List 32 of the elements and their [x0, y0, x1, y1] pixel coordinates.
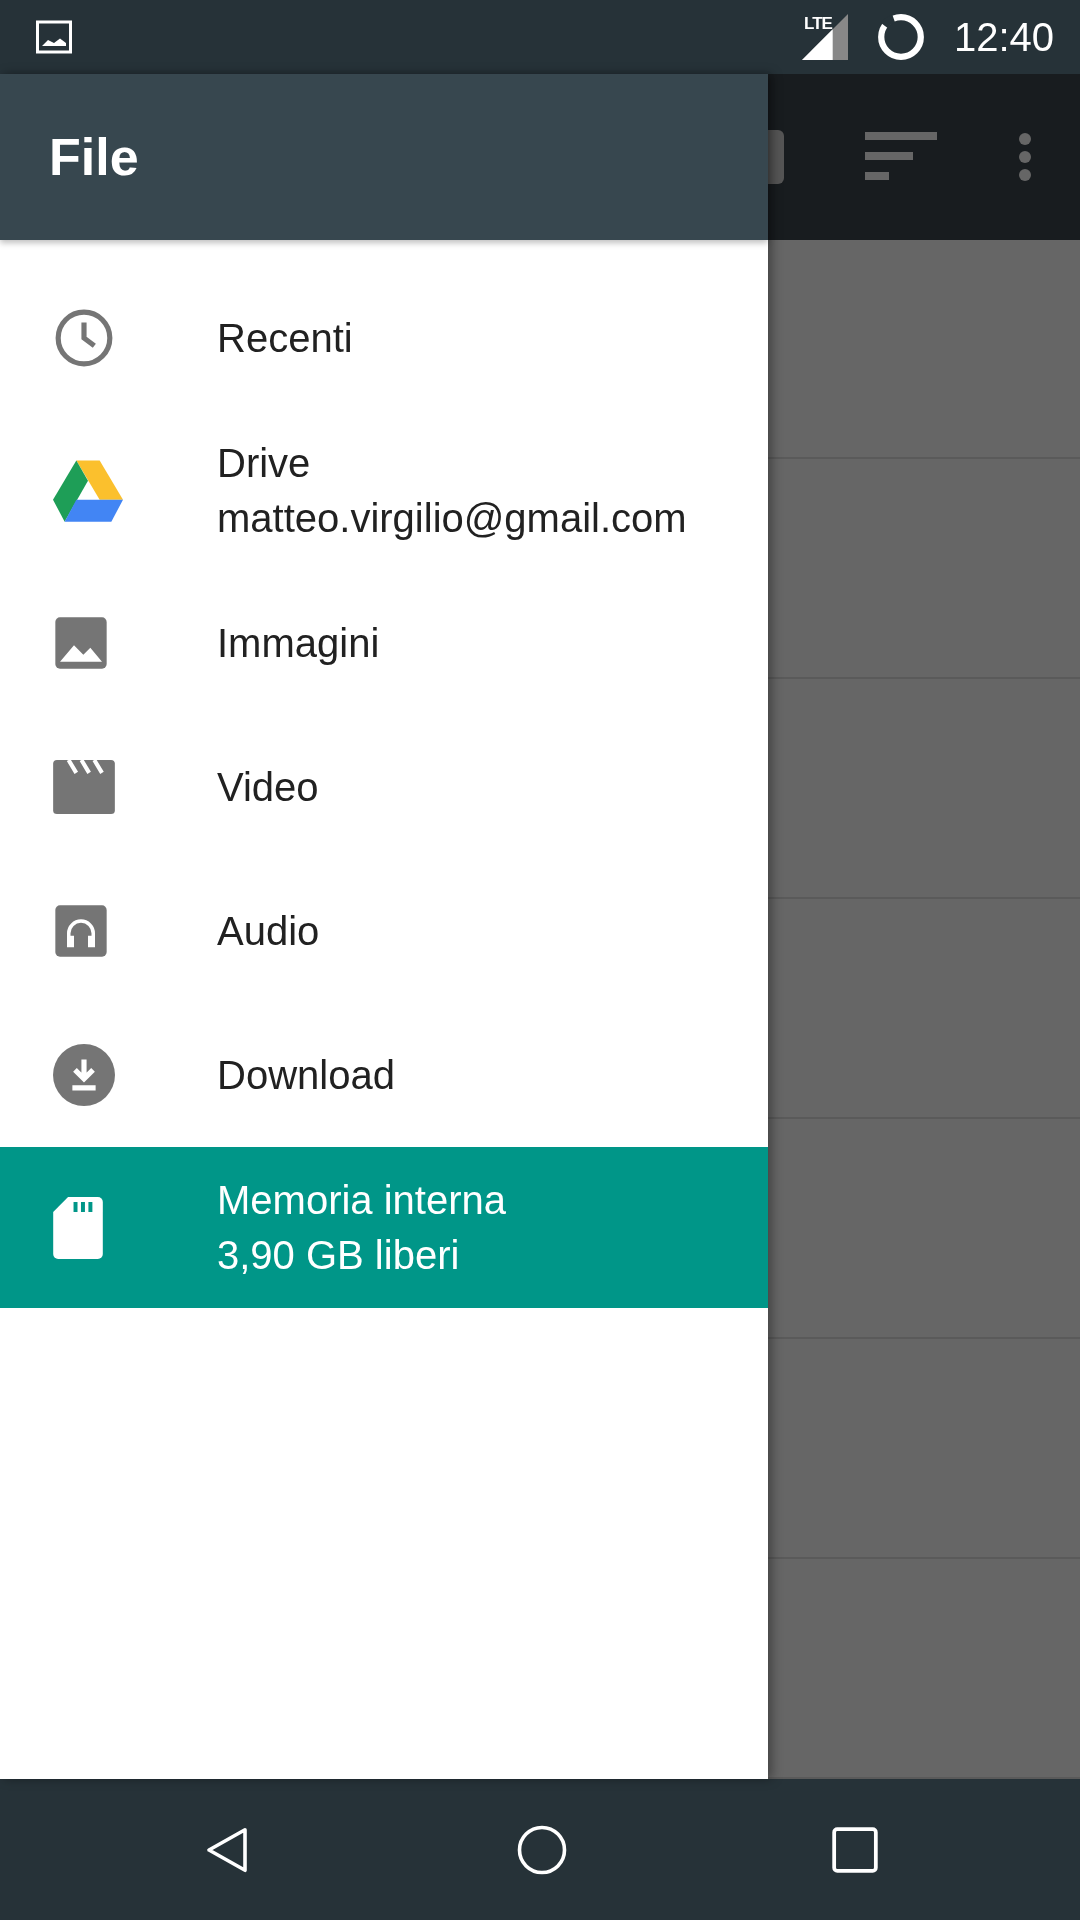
item-label: Video — [217, 764, 319, 810]
drive-icon — [53, 459, 123, 522]
download-icon — [53, 1044, 115, 1107]
sync-ring-icon — [875, 12, 926, 63]
network-type: LTE — [804, 14, 832, 34]
drawer-title: File — [49, 127, 139, 188]
clapperboard-icon — [53, 760, 115, 815]
item-label: Audio — [217, 908, 320, 954]
item-label: Recenti — [217, 315, 353, 361]
item-sublabel: matteo.virgilio@gmail.com — [217, 495, 687, 541]
item-sublabel: 3,90 GB liberi — [217, 1232, 461, 1278]
drawer-item[interactable]: Audio — [0, 859, 768, 1004]
drawer-item[interactable]: Recenti — [0, 266, 768, 411]
item-label: Drive — [217, 440, 312, 486]
headphones-icon — [53, 903, 109, 960]
more-icon[interactable] — [1018, 132, 1032, 183]
item-label: Immagini — [217, 620, 380, 666]
image-icon — [53, 615, 109, 672]
recents-icon — [829, 1824, 880, 1875]
partial-icon — [768, 130, 784, 185]
item-label: Download — [217, 1052, 395, 1098]
image-icon — [36, 20, 72, 55]
drawer-item[interactable]: Immagini — [0, 571, 768, 716]
drawer-item[interactable]: Memoria interna 3,90 GB liberi — [0, 1147, 768, 1309]
item-label: Memoria interna — [217, 1177, 506, 1223]
sort-icon[interactable] — [865, 132, 937, 183]
sd-card-icon — [53, 1196, 103, 1259]
drawer-item[interactable]: Video — [0, 715, 768, 860]
drawer-item[interactable]: Drive matteo.virgilio@gmail.com — [0, 410, 768, 572]
signal-icon — [801, 14, 848, 61]
drawer-item[interactable]: Download — [0, 1003, 768, 1148]
clock-time: 12:40 — [953, 14, 1054, 60]
